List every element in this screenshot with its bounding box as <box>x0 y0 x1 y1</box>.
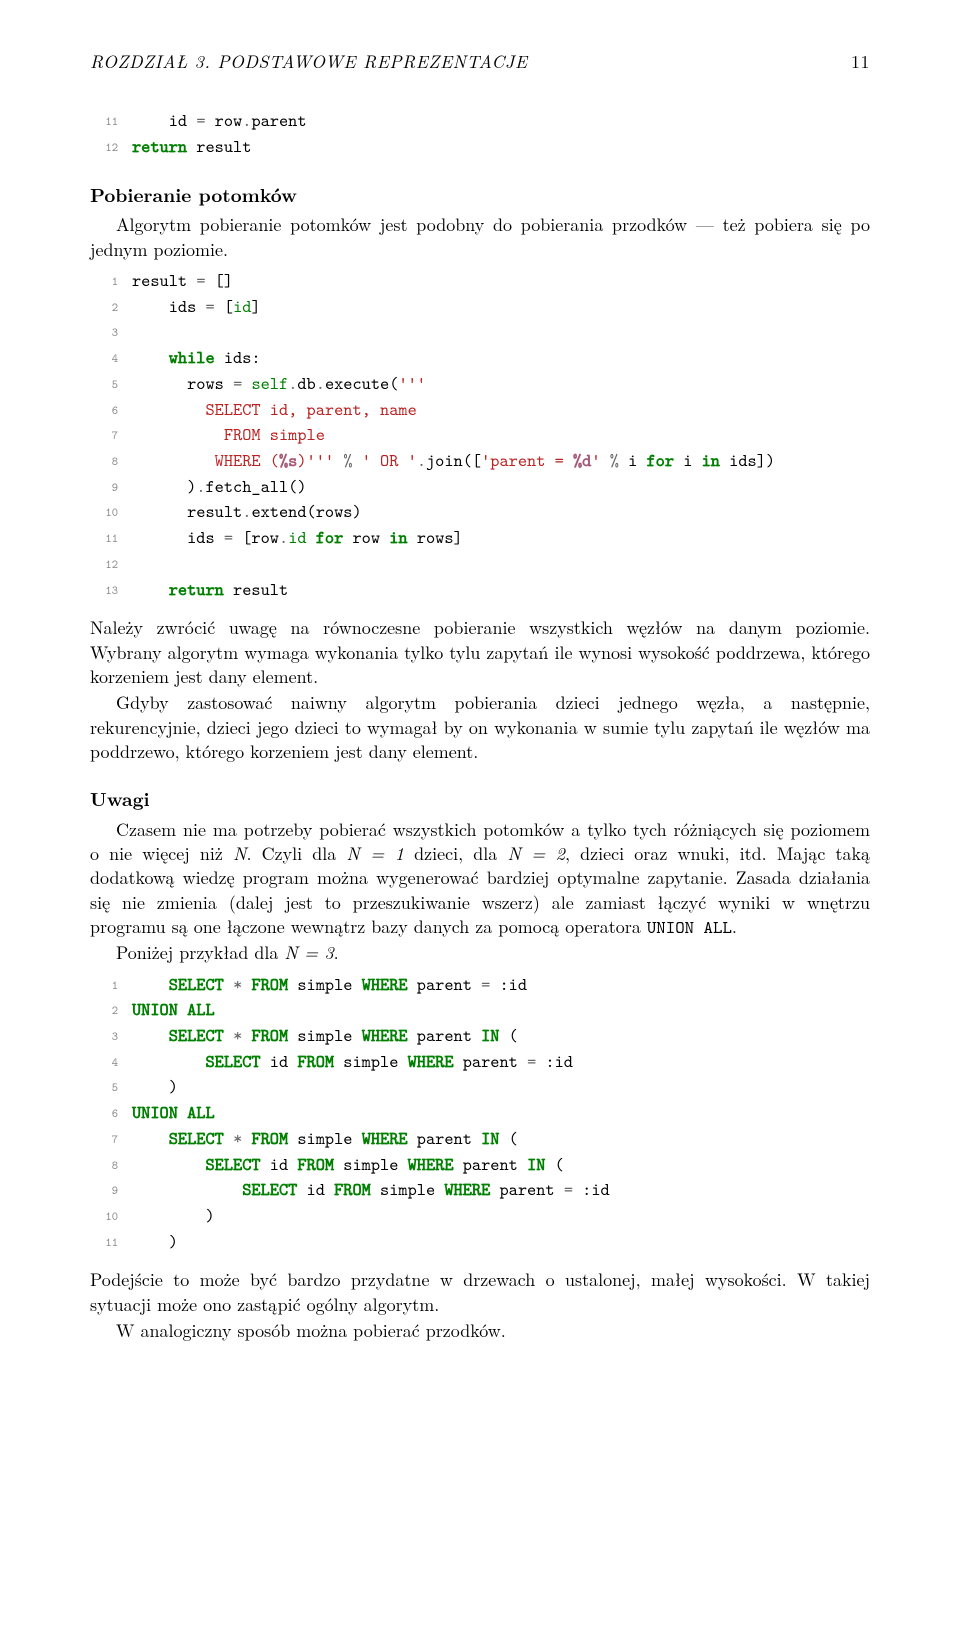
page: ROZDZIAŁ 3. PODSTAWOWE REPREZENTACJE 11 … <box>0 0 960 1405</box>
math-eq: N = 2 <box>507 841 565 866</box>
math-n: N <box>233 841 246 866</box>
line-number: 5 <box>90 1079 132 1097</box>
line-number: 9 <box>90 479 132 497</box>
line-number: 11 <box>90 530 132 548</box>
line-number: 7 <box>90 1131 132 1149</box>
paragraph: Należy zwrócić uwagę na równoczesne pobi… <box>90 616 870 689</box>
line-number: 11 <box>90 113 132 131</box>
line-number: 2 <box>90 1002 132 1020</box>
paragraph: Algorytm pobieranie potomków jest podobn… <box>90 213 870 262</box>
line-number: 4 <box>90 1054 132 1072</box>
line-number: 2 <box>90 299 132 317</box>
line-number: 6 <box>90 1105 132 1123</box>
header-left: ROZDZIAŁ 3. PODSTAWOWE REPREZENTACJE <box>90 50 528 74</box>
line-number: 1 <box>90 273 132 291</box>
line-number: 12 <box>90 556 132 574</box>
paragraph: Czasem nie ma potrzeby pobierać wszystki… <box>90 818 870 939</box>
line-number: 13 <box>90 582 132 600</box>
line-number: 10 <box>90 1208 132 1226</box>
code-block-1: 11 id = row.parent 12return result <box>90 108 870 159</box>
code-block-3: 1 SELECT * FROM simple WHERE parent = :i… <box>90 972 870 1255</box>
paragraph: Podejście to może być bardzo przydatne w… <box>90 1268 870 1317</box>
line-number: 8 <box>90 1157 132 1175</box>
line-number: 7 <box>90 427 132 445</box>
math-eq: N = 1 <box>346 841 404 866</box>
line-number: 3 <box>90 324 132 342</box>
line-number: 3 <box>90 1028 132 1046</box>
code-block-2: 1result = [] 2 ids = [id] 3 4 while ids:… <box>90 268 870 602</box>
line-number: 6 <box>90 402 132 420</box>
math-eq: N = 3 <box>284 940 333 965</box>
line-number: 11 <box>90 1234 132 1252</box>
heading-uwagi: Uwagi <box>90 786 870 812</box>
paragraph: Poniżej przykład dla N = 3. <box>90 941 870 965</box>
line-number: 12 <box>90 139 132 157</box>
line-number: 9 <box>90 1182 132 1200</box>
line-number: 4 <box>90 350 132 368</box>
heading-pobieranie: Pobieranie potomków <box>90 182 870 208</box>
mono-union-all: UNION ALL <box>647 915 732 939</box>
running-header: ROZDZIAŁ 3. PODSTAWOWE REPREZENTACJE 11 <box>90 50 870 74</box>
paragraph: Gdyby zastosować naiwny algorytm pobiera… <box>90 691 870 764</box>
page-number: 11 <box>851 50 870 74</box>
line-number: 5 <box>90 376 132 394</box>
line-number: 1 <box>90 977 132 995</box>
paragraph: W analogiczny sposób można pobierać przo… <box>90 1319 870 1343</box>
line-number: 10 <box>90 504 132 522</box>
line-number: 8 <box>90 453 132 471</box>
